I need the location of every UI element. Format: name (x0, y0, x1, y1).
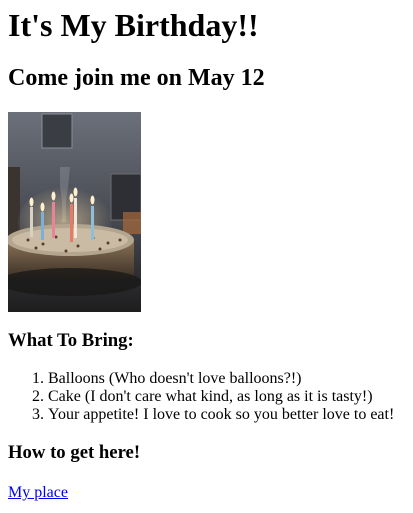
list-item: Balloons (Who doesn't love balloons?!) (48, 370, 405, 388)
birthday-cake-photo (8, 112, 141, 312)
list-item: Cake (I don't care what kind, as long as… (48, 388, 405, 406)
list-item: Your appetite! I love to cook so you bet… (48, 406, 405, 424)
page: It's My Birthday!! Come join me on May 1… (0, 0, 413, 513)
what-to-bring-heading: What To Bring: (8, 330, 134, 351)
bring-list: Balloons (Who doesn't love balloons?!) C… (8, 370, 405, 424)
my-place-link[interactable]: My place (8, 484, 68, 501)
page-subtitle: Come join me on May 12 (8, 65, 265, 91)
page-title: It's My Birthday!! (8, 7, 259, 43)
how-to-get-here-heading: How to get here! (8, 442, 141, 463)
